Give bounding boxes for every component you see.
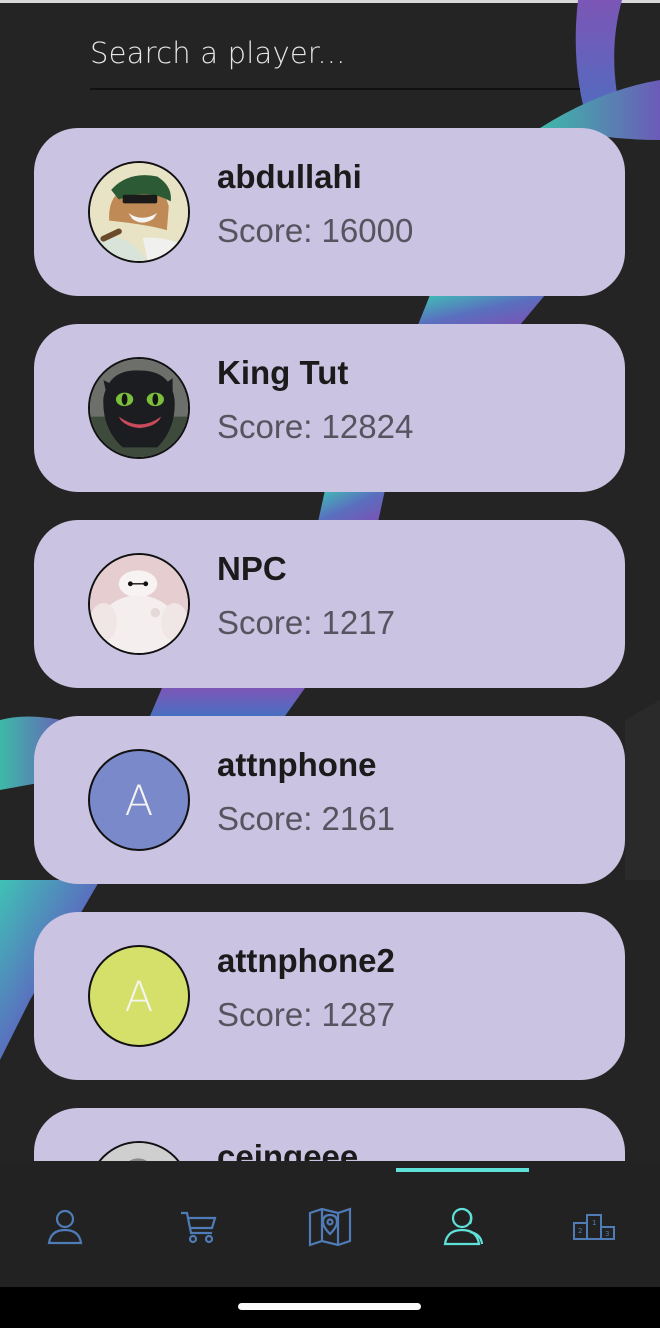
black-dragon-avatar-image — [90, 359, 188, 457]
player-card-king-tut[interactable]: King Tut Score: 12824 — [34, 324, 625, 492]
nav-leaderboard-button[interactable]: 1 2 3 — [569, 1201, 619, 1251]
home-indicator[interactable] — [238, 1303, 421, 1310]
player-name: attnphone — [217, 746, 377, 783]
leaderboard-icon: 1 2 3 — [573, 1214, 615, 1240]
player-score: Score: 16000 — [217, 212, 414, 249]
player-card-attnphone2[interactable]: A attnphone2 Score: 1287 — [34, 912, 625, 1080]
player-avatar — [88, 1141, 190, 1161]
svg-text:1: 1 — [592, 1219, 596, 1227]
player-avatar — [88, 553, 190, 655]
svg-text:2: 2 — [578, 1227, 582, 1235]
player-avatar: A — [88, 749, 190, 851]
search-input[interactable] — [90, 28, 580, 78]
white-robot-avatar-image — [90, 555, 188, 653]
player-name: ceingeee — [217, 1138, 359, 1161]
player-score: Score: 1287 — [217, 996, 395, 1033]
player-card-npc[interactable]: NPC Score: 1217 — [34, 520, 625, 688]
app-screen: abdullahi Score: 16000 King Tu — [0, 0, 660, 1290]
cart-icon — [181, 1211, 217, 1244]
player-list[interactable]: abdullahi Score: 16000 King Tut Score: 1… — [0, 118, 660, 1161]
player-card-abdullahi[interactable]: abdullahi Score: 16000 — [34, 128, 625, 296]
player-name: attnphone2 — [217, 942, 395, 979]
active-tab-indicator — [396, 1168, 529, 1172]
player-score: Score: 12824 — [217, 408, 414, 445]
nav-profile-button[interactable] — [40, 1201, 90, 1251]
home-indicator-area — [0, 1287, 660, 1328]
player-avatar — [88, 161, 190, 263]
svg-text:3: 3 — [605, 1230, 609, 1238]
player-card-ceingeee[interactable]: ceingeee — [34, 1108, 625, 1161]
player-avatar: A — [88, 945, 190, 1047]
players-icon — [443, 1207, 484, 1246]
profile-icon — [47, 1209, 83, 1245]
player-avatar — [88, 357, 190, 459]
nav-map-button[interactable] — [305, 1201, 355, 1251]
player-name: King Tut — [217, 354, 349, 391]
nav-shop-button[interactable] — [173, 1201, 223, 1251]
player-score: Score: 2161 — [217, 800, 395, 837]
grayscale-person-avatar-image — [90, 1143, 188, 1161]
player-name: abdullahi — [217, 158, 362, 195]
nav-players-button[interactable] — [437, 1201, 487, 1251]
player-name: NPC — [217, 550, 287, 587]
map-icon — [308, 1207, 352, 1247]
player-score: Score: 1217 — [217, 604, 395, 641]
bottom-nav-bar: 1 2 3 — [0, 1161, 660, 1287]
search-bar — [90, 28, 580, 90]
avatar-letter: A — [124, 971, 154, 1021]
anime-character-avatar-image — [90, 163, 188, 261]
player-card-attnphone[interactable]: A attnphone Score: 2161 — [34, 716, 625, 884]
avatar-letter: A — [124, 775, 154, 825]
